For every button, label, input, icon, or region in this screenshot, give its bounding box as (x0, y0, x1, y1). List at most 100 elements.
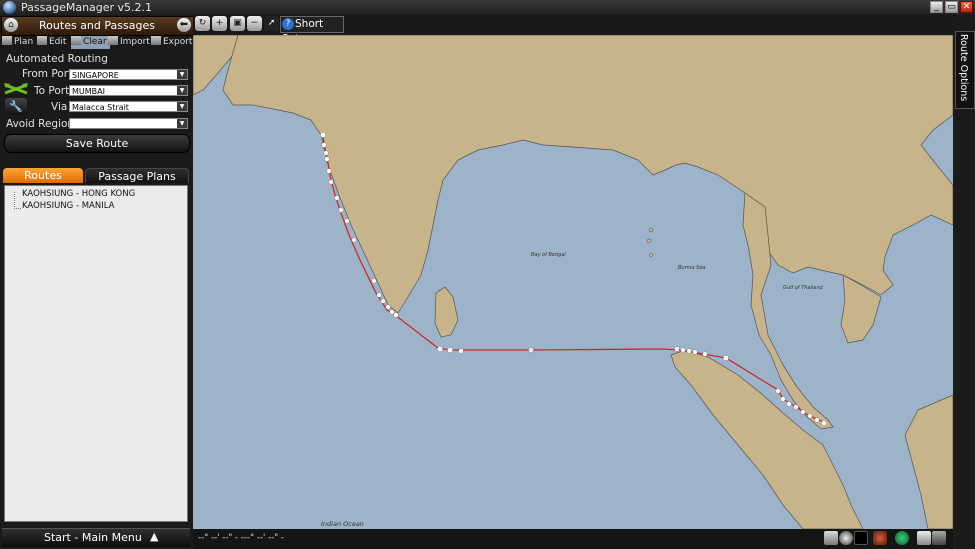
shortcuts-button[interactable]: ?Short Cuts (280, 16, 344, 45)
weather-icon[interactable] (873, 531, 887, 545)
via-select[interactable]: Malacca Strait ▼ (69, 101, 188, 112)
save-route-button[interactable]: Save Route (4, 134, 190, 153)
waypoint[interactable] (821, 420, 827, 426)
home-icon[interactable]: ⌂ (4, 18, 18, 32)
main-menu-label: Start - Main Menu (44, 531, 142, 544)
via-label: Via (51, 101, 68, 113)
swap-ports-icon[interactable] (3, 82, 29, 96)
chevron-up-icon: ▲ (150, 530, 159, 543)
close-button[interactable]: ✕ (960, 1, 973, 13)
label-bay-of-bengal: Bay of Bengal (531, 252, 566, 258)
label-burma-sea: Burma Sea (678, 265, 706, 271)
waypoint[interactable] (686, 348, 692, 354)
waypoint[interactable] (371, 278, 377, 284)
waypoint[interactable] (344, 218, 350, 224)
waypoint[interactable] (334, 195, 340, 201)
waypoint[interactable] (680, 347, 686, 353)
chevron-down-icon[interactable]: ▼ (177, 119, 187, 128)
import-icon (108, 36, 118, 45)
waypoint[interactable] (800, 409, 806, 415)
to-port-select[interactable]: MUMBAI ▼ (69, 85, 188, 96)
waypoint[interactable] (380, 298, 386, 304)
list-item[interactable]: KAOHSIUNG - MANILA (22, 201, 114, 211)
app-icon (3, 1, 16, 14)
nautical-map[interactable]: Bay of Bengal Burma Sea Gulf of Thailand… (193, 35, 953, 529)
zoom-extent-icon[interactable]: ▣ (230, 16, 245, 31)
waypoint[interactable] (321, 142, 327, 148)
chevron-down-icon[interactable]: ▼ (177, 70, 187, 79)
avoid-region-select[interactable]: ▼ (69, 118, 188, 129)
route-options-tab[interactable]: Route Options (955, 31, 975, 109)
window-title: PassageManager v5.2.1 (21, 1, 153, 14)
waypoint[interactable] (351, 237, 357, 243)
avoid-region-label: Avoid Region (6, 118, 75, 130)
waypoint[interactable] (807, 413, 813, 419)
display-icon[interactable] (854, 531, 868, 545)
panel-title: Routes and Passages (39, 19, 155, 32)
edit-button[interactable]: Edit (37, 36, 66, 49)
label-gulf-of-thailand: Gulf of Thailand (783, 285, 823, 291)
refresh-icon[interactable]: ↻ (195, 16, 210, 31)
layers-icon[interactable] (824, 531, 838, 545)
waypoint[interactable] (376, 292, 382, 298)
waypoint[interactable] (793, 404, 799, 410)
maximize-button[interactable]: ▭ (945, 1, 958, 13)
clear-icon (71, 36, 81, 45)
help-icon: ? (282, 18, 294, 30)
globe-icon[interactable] (895, 531, 909, 545)
waypoint[interactable] (324, 156, 330, 162)
zoom-in-icon[interactable]: + (212, 16, 227, 31)
waypoint[interactable] (458, 348, 464, 354)
waypoint[interactable] (674, 346, 680, 352)
pointer-icon[interactable]: ➚ (264, 16, 279, 31)
list-item[interactable]: KAOHSIUNG - HONG KONG (22, 189, 135, 199)
tab-passage-plans[interactable]: Passage Plans (85, 168, 189, 183)
night-mode-icon[interactable] (839, 531, 853, 545)
waypoint[interactable] (323, 150, 329, 156)
plan-button[interactable]: Plan (2, 36, 33, 49)
minimize-button[interactable]: _ (930, 1, 943, 13)
waypoint[interactable] (389, 309, 395, 315)
waypoint[interactable] (320, 132, 326, 138)
chevron-down-icon[interactable]: ▼ (177, 86, 187, 95)
export-icon (151, 36, 161, 45)
panel-toolbar: Plan Edit Clear Import Export (0, 36, 193, 50)
waypoint[interactable] (692, 349, 698, 355)
waypoint[interactable] (723, 355, 729, 361)
panel-header: ⌂ Routes and Passages ⬅ (1, 16, 194, 36)
cart-icon[interactable] (917, 531, 931, 545)
clear-button[interactable]: Clear (71, 36, 110, 49)
to-port-label: To Port (34, 85, 70, 97)
waypoint[interactable] (702, 351, 708, 357)
title-bar: PassageManager v5.2.1 _ ▭ ✕ (0, 0, 975, 16)
waypoint[interactable] (328, 179, 334, 185)
route-options-label: Route Options (958, 34, 969, 102)
edit-icon (37, 36, 47, 45)
from-port-select[interactable]: SINGAPORE ▼ (69, 69, 188, 80)
settings-icon[interactable] (932, 531, 946, 545)
waypoint[interactable] (447, 347, 453, 353)
waypoint[interactable] (338, 207, 344, 213)
collapse-panel-icon[interactable]: ⬅ (177, 18, 191, 32)
import-button[interactable]: Import (108, 36, 150, 49)
right-panel-strip: Route Options (955, 15, 975, 549)
waypoint[interactable] (326, 168, 332, 174)
export-button[interactable]: Export (151, 36, 192, 49)
waypoint[interactable] (393, 312, 399, 318)
from-port-label: From Port (22, 68, 73, 80)
wrench-icon[interactable]: 🔧 (5, 98, 27, 115)
waypoint[interactable] (385, 304, 391, 310)
tab-routes[interactable]: Routes (3, 168, 83, 183)
route-list: KAOHSIUNG - HONG KONG KAOHSIUNG - MANILA (4, 185, 188, 522)
waypoint[interactable] (775, 388, 781, 394)
waypoint[interactable] (437, 346, 443, 352)
zoom-out-icon[interactable]: − (247, 16, 262, 31)
land-andaman (648, 227, 654, 233)
land-andaman (646, 238, 652, 244)
waypoint[interactable] (786, 401, 792, 407)
waypoint[interactable] (814, 417, 820, 423)
waypoint[interactable] (528, 347, 534, 353)
chevron-down-icon[interactable]: ▼ (177, 102, 187, 111)
main-menu-button[interactable]: Start - Main Menu ▲ (2, 528, 190, 547)
waypoint[interactable] (780, 396, 786, 402)
